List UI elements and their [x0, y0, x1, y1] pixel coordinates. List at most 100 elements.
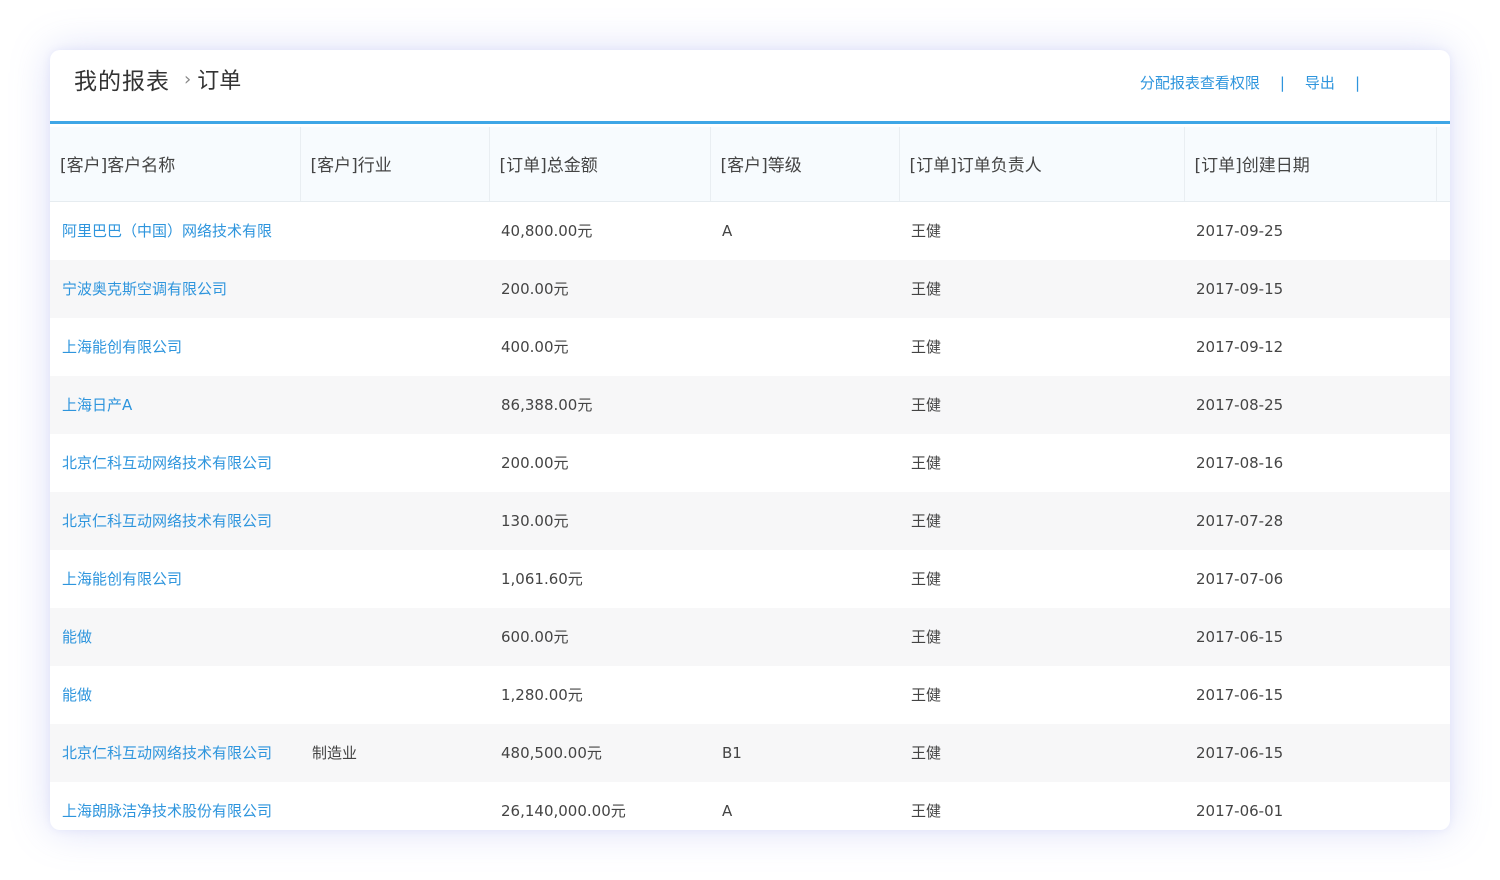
cell-customer-name[interactable]: 上海朗脉洁净技术股份有限公司 — [50, 782, 300, 831]
cell-industry — [300, 550, 489, 608]
table-row: 北京仁科互动网络技术有限公司 200.00元 王健 2017-08-16 — [50, 434, 1450, 492]
cell-customer-name[interactable]: 宁波奥克斯空调有限公司 — [50, 260, 300, 318]
cell-industry — [300, 492, 489, 550]
table-row: 阿里巴巴（中国）网络技术有限 40,800.00元 A 王健 2017-09-25 — [50, 201, 1450, 260]
cell-created-date: 2017-08-16 — [1196, 453, 1284, 472]
cell-industry — [300, 201, 489, 260]
column-order-owner-header[interactable]: [订单]订单负责人 — [899, 127, 1185, 202]
cell-order-owner: 王健 — [911, 570, 942, 588]
cell-customer-level — [710, 608, 899, 666]
cell-customer-name[interactable]: 北京仁科互动网络技术有限公司 — [50, 434, 300, 492]
cell-customer-level — [710, 260, 899, 318]
assign-view-permission-link[interactable]: 分配报表查看权限 — [1140, 72, 1260, 93]
cell-created-date: 2017-07-06 — [1196, 569, 1284, 588]
cell-total-amount: 40,800.00元 — [501, 222, 593, 240]
cell-total-amount: 200.00元 — [501, 280, 569, 298]
row-spacer — [1436, 260, 1450, 318]
header-spacer — [1436, 127, 1450, 202]
breadcrumb-current-page: 订单 — [197, 69, 242, 94]
cell-order-owner: 王健 — [911, 222, 942, 240]
row-spacer — [1436, 434, 1450, 492]
cell-created-date: 2017-09-25 — [1196, 221, 1284, 240]
column-total-amount-header[interactable]: [订单]总金额 — [489, 127, 711, 202]
table-header-row: [客户]客户名称 [客户]行业 [订单]总金额 [客户]等级 [订单]订单负责人 [订单]… — [50, 127, 1450, 202]
cell-total-amount: 1,061.60元 — [501, 570, 583, 588]
row-spacer — [1436, 318, 1450, 376]
action-divider: | — [1279, 73, 1285, 92]
cell-created-date: 2017-08-25 — [1196, 395, 1284, 414]
breadcrumb-my-reports[interactable]: 我的报表 — [74, 62, 170, 96]
cell-industry — [300, 434, 489, 492]
cell-total-amount: 600.00元 — [501, 628, 569, 646]
table-row: 北京仁科互动网络技术有限公司 130.00元 王健 2017-07-28 — [50, 491, 1450, 550]
table-row: 上海朗脉洁净技术股份有限公司 26,140,000.00元 A 王健 2017-06-0… — [50, 782, 1450, 831]
cell-total-amount: 1,280.00元 — [501, 686, 583, 704]
breadcrumb: 我的报表 › 订单 — [74, 62, 241, 96]
cell-industry — [300, 666, 489, 724]
cell-customer-level — [710, 434, 899, 492]
cell-created-date: 2017-06-15 — [1196, 627, 1284, 646]
column-customer-level-header[interactable]: [客户]等级 — [710, 127, 900, 202]
cell-industry — [300, 376, 489, 434]
cell-order-owner: 王健 — [911, 396, 942, 414]
cell-total-amount: 86,388.00元 — [501, 396, 593, 414]
cell-customer-name[interactable]: 能做 — [50, 608, 300, 666]
cell-customer-name[interactable]: 上海能创有限公司 — [50, 318, 300, 376]
table-row: 能做 1,280.00元 王健 2017-06-15 — [50, 666, 1450, 724]
cell-customer-level: B1 — [722, 743, 742, 762]
cell-order-owner: 王健 — [911, 744, 942, 762]
cell-customer-name[interactable]: 能做 — [50, 666, 300, 724]
cell-customer-name[interactable]: 北京仁科互动网络技术有限公司 — [50, 724, 300, 782]
row-spacer — [1436, 492, 1450, 550]
cell-customer-level: A — [722, 221, 733, 240]
cell-industry — [300, 260, 489, 318]
row-spacer — [1436, 201, 1450, 260]
cell-order-owner: 王健 — [911, 512, 942, 530]
cell-industry — [300, 318, 489, 376]
cell-created-date: 2017-09-12 — [1196, 337, 1284, 356]
cell-customer-name[interactable]: 北京仁科互动网络技术有限公司 — [50, 492, 300, 550]
cell-customer-name[interactable]: 上海能创有限公司 — [50, 550, 300, 608]
report-card: 我的报表 › 订单 分配报表查看权限 | 导出 | [客户]客户名称 [客户]行业… — [50, 50, 1450, 830]
cell-customer-name[interactable]: 上海日产A — [50, 376, 300, 434]
table-row: 上海能创有限公司 1,061.60元 王健 2017-07-06 — [50, 550, 1450, 608]
table-header: [客户]客户名称 [客户]行业 [订单]总金额 [客户]等级 [订单]订单负责人 [订单]… — [50, 127, 1450, 202]
column-created-date-header[interactable]: [订单]创建日期 — [1184, 127, 1437, 202]
row-spacer — [1436, 724, 1450, 782]
table-body: 阿里巴巴（中国）网络技术有限 40,800.00元 A 王健 2017-09-25 宁波奥… — [50, 201, 1450, 830]
action-divider: | — [1354, 73, 1360, 92]
cell-order-owner: 王健 — [911, 686, 942, 704]
cell-created-date: 2017-06-01 — [1196, 801, 1284, 820]
export-link[interactable]: 导出 — [1305, 72, 1335, 93]
column-industry-header[interactable]: [客户]行业 — [300, 127, 490, 202]
cell-order-owner: 王健 — [911, 338, 942, 356]
table-row: 上海日产A 86,388.00元 王健 2017-08-25 — [50, 375, 1450, 434]
cell-created-date: 2017-07-28 — [1196, 511, 1284, 530]
cell-created-date: 2017-06-15 — [1196, 743, 1284, 762]
row-spacer — [1436, 550, 1450, 608]
cell-customer-level: A — [722, 801, 733, 820]
cell-customer-name[interactable]: 阿里巴巴（中国）网络技术有限 — [50, 201, 300, 260]
cell-created-date: 2017-09-15 — [1196, 279, 1284, 298]
cell-total-amount: 130.00元 — [501, 512, 569, 530]
cell-order-owner: 王健 — [911, 628, 942, 646]
cell-customer-level — [710, 376, 899, 434]
cell-order-owner: 王健 — [911, 454, 942, 472]
cell-total-amount: 200.00元 — [501, 454, 569, 472]
cell-total-amount: 400.00元 — [501, 338, 569, 356]
cell-total-amount: 26,140,000.00元 — [501, 802, 626, 820]
table-row: 能做 600.00元 王健 2017-06-15 — [50, 607, 1450, 666]
row-spacer — [1436, 782, 1450, 831]
cell-customer-level — [710, 492, 899, 550]
column-customer-name-header[interactable]: [客户]客户名称 — [50, 127, 301, 202]
header-actions: 分配报表查看权限 | 导出 | — [1140, 72, 1380, 93]
orders-report-table: [客户]客户名称 [客户]行业 [订单]总金额 [客户]等级 [订单]订单负责人 [订单]… — [50, 127, 1450, 830]
cell-customer-level — [710, 318, 899, 376]
row-spacer — [1436, 608, 1450, 666]
cell-industry — [300, 608, 489, 666]
row-spacer — [1436, 376, 1450, 434]
table-row: 宁波奥克斯空调有限公司 200.00元 王健 2017-09-15 — [50, 259, 1450, 318]
cell-customer-level — [710, 550, 899, 608]
row-spacer — [1436, 666, 1450, 724]
cell-customer-level — [710, 666, 899, 724]
